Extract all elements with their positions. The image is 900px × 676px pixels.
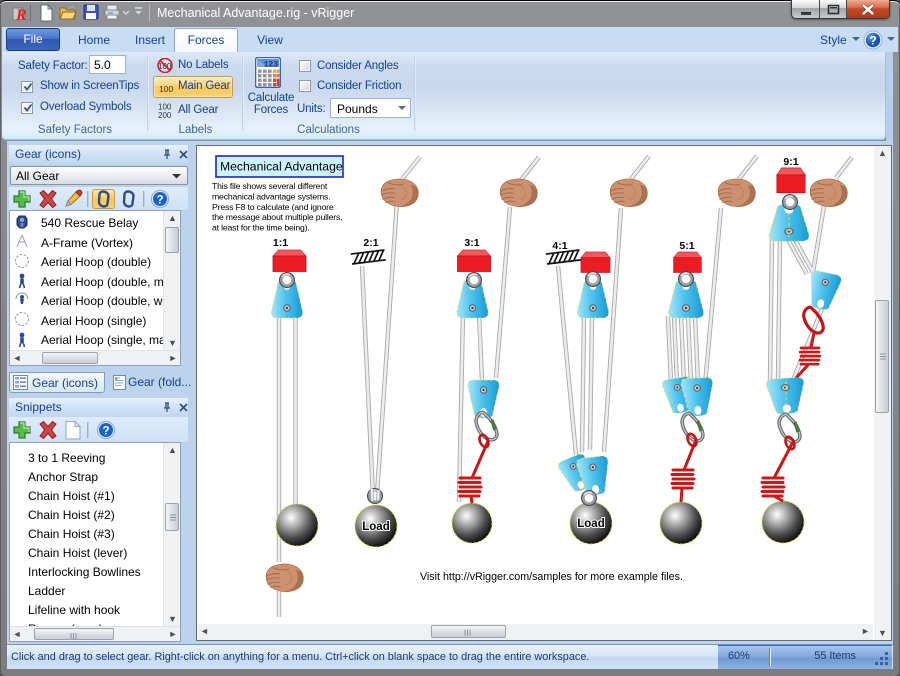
svg-text:Press F8 to calculate (and ign: Press F8 to calculate (and ignore bbox=[212, 202, 334, 212]
svg-text:9:1: 9:1 bbox=[783, 156, 798, 168]
svg-text:?: ? bbox=[869, 34, 876, 48]
svg-text:2:1: 2:1 bbox=[363, 237, 378, 249]
svg-text:1:1: 1:1 bbox=[273, 237, 288, 249]
svg-text:Load: Load bbox=[362, 521, 389, 533]
svg-text:the message about multiple pul: the message about multiple pullers, bbox=[212, 212, 342, 222]
svg-text:3:1: 3:1 bbox=[464, 237, 479, 249]
svg-text:?: ? bbox=[156, 195, 163, 207]
svg-text:123: 123 bbox=[264, 61, 279, 70]
svg-text:100: 100 bbox=[159, 84, 173, 93]
svg-text:R: R bbox=[15, 7, 27, 23]
svg-text:mechanical advantage systems.: mechanical advantage systems. bbox=[212, 191, 330, 201]
svg-text:This file shows several differ: This file shows several different bbox=[212, 181, 328, 191]
svg-text:Visit http://vRigger.com/sampl: Visit http://vRigger.com/samples for mor… bbox=[420, 571, 683, 583]
svg-text:200: 200 bbox=[158, 111, 172, 119]
svg-text:at least for the time being).: at least for the time being). bbox=[212, 223, 310, 233]
svg-text:Mechanical Advantage: Mechanical Advantage bbox=[220, 160, 343, 174]
svg-text:5:1: 5:1 bbox=[679, 240, 694, 252]
svg-text:Load: Load bbox=[577, 518, 604, 530]
svg-text:?: ? bbox=[102, 426, 109, 438]
svg-text:4:1: 4:1 bbox=[552, 240, 567, 252]
